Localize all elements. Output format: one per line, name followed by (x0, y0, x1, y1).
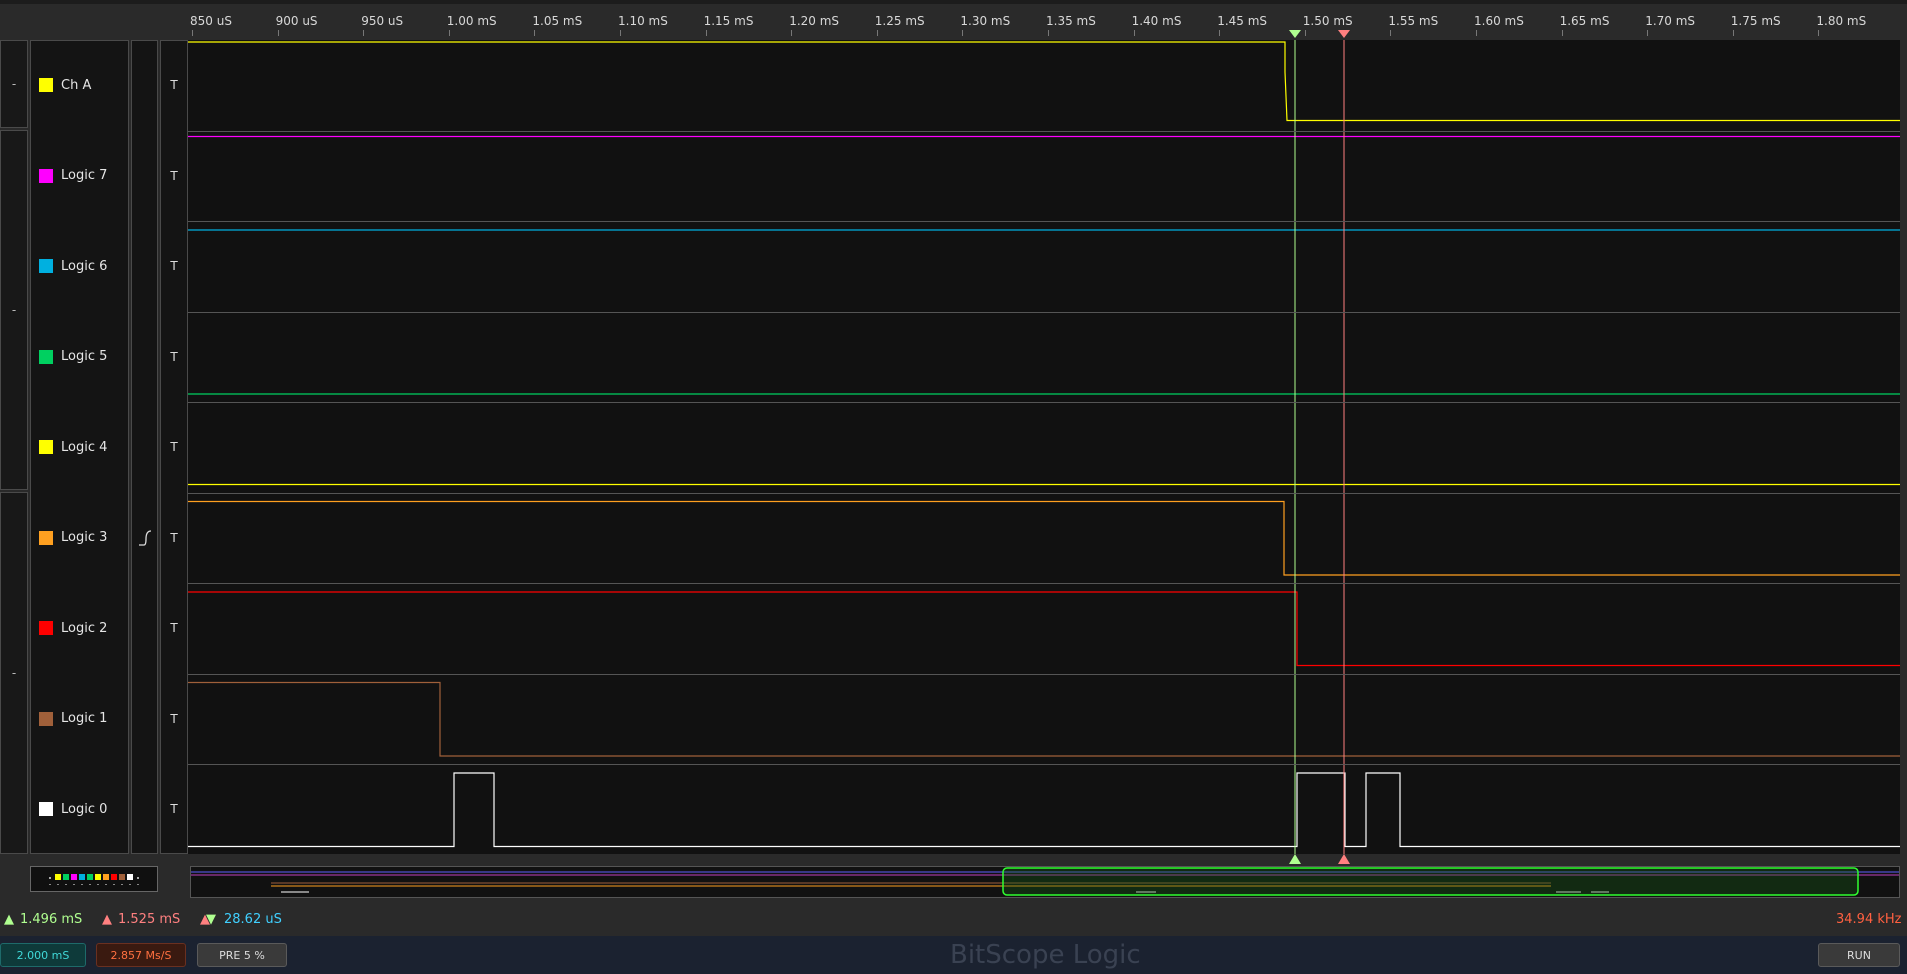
cursor-a-time: 1.496 mS (20, 912, 83, 927)
cursor-frequency: 34.94 kHz (1836, 912, 1902, 927)
measurement-status-bar: ▲ 1.496 mS ▲ 1.525 mS ▲ ▼ 28.62 uS 34.94… (0, 908, 1907, 932)
pretrigger-button[interactable]: PRE 5 % (197, 943, 287, 967)
channel-label-logic-3[interactable]: Logic 3 (30, 493, 129, 584)
channel-label-logic-1[interactable]: Logic 1 (30, 674, 129, 765)
group-label: - (11, 77, 17, 91)
channel-color-swatch[interactable] (39, 440, 53, 455)
overview-viewport-window (1002, 867, 1859, 896)
cursor-handles-top[interactable] (188, 14, 1900, 42)
channel-overview-chip[interactable] (30, 866, 158, 892)
channel-group-analog[interactable]: - (0, 40, 28, 128)
trace-ch-a (188, 41, 1900, 122)
sample-rate-button[interactable]: 2.857 Ms/S (96, 943, 186, 967)
channel-color-swatch[interactable] (39, 802, 53, 817)
trigger-mode-toggle[interactable]: T (160, 764, 188, 855)
cursor-b-icon: ▲ (102, 912, 112, 927)
cursor-b-time: 1.525 mS (118, 912, 181, 927)
trigger-edge-toggle[interactable] (131, 583, 158, 674)
channel-color-swatch[interactable] (39, 78, 53, 93)
waveform-plot (188, 40, 1900, 854)
cursor-delta-time: 28.62 uS (224, 912, 282, 927)
channel-name: Logic 0 (61, 801, 108, 817)
channel-color-swatch[interactable] (39, 259, 53, 274)
channel-color-strip-icon (49, 874, 139, 885)
trigger-mode-toggle[interactable]: T (160, 221, 188, 312)
delta-icon-overlay: ▼ (206, 912, 216, 927)
channel-group-logic-high[interactable]: - (0, 130, 28, 490)
trigger-mode-toggle[interactable]: T (160, 312, 188, 403)
cursor-handles-bottom (1289, 854, 1350, 864)
rising-edge-icon (138, 530, 151, 546)
trigger-mode-toggle[interactable]: T (160, 674, 188, 765)
channel-color-swatch[interactable] (39, 168, 53, 183)
cursor-a-bottom-handle-icon (1289, 854, 1301, 864)
bitscope-logic-window: 850 uS 900 uS 950 uS 1.00 mS 1.05 mS 1.10 mS 1… (0, 0, 1907, 974)
trigger-mode-toggle[interactable]: T (160, 493, 188, 584)
channel-label-logic-4[interactable]: Logic 4 (30, 402, 129, 493)
trigger-mode-toggle[interactable]: T (160, 402, 188, 493)
group-label: - (11, 666, 17, 680)
trigger-edge-toggle[interactable] (131, 493, 158, 584)
timebase-button[interactable]: 2.000 mS (0, 943, 86, 967)
run-button[interactable]: RUN (1818, 943, 1900, 967)
trigger-edge-toggle[interactable] (131, 312, 158, 403)
row-separator (188, 583, 1900, 584)
channel-name: Logic 5 (61, 349, 108, 365)
channel-name: Logic 6 (61, 258, 108, 274)
trigger-edge-toggle[interactable] (131, 402, 158, 493)
bottom-toolbar: 2.000 mS 2.857 Ms/S PRE 5 % BitScope Log… (0, 936, 1907, 974)
overview-traces (191, 867, 1899, 896)
time-ruler[interactable]: 850 uS 900 uS 950 uS 1.00 mS 1.05 mS 1.10 mS 1… (188, 14, 1900, 42)
trace-logic-1 (188, 681, 1900, 757)
channel-name: Logic 3 (61, 530, 108, 546)
channel-name: Logic 2 (61, 620, 108, 636)
channel-name: Logic 7 (61, 168, 108, 184)
trace-logic-0 (188, 772, 1900, 848)
channel-label-logic-2[interactable]: Logic 2 (30, 583, 129, 674)
trace-logic-2 (188, 591, 1900, 667)
channel-group-logic-low[interactable]: - (0, 492, 28, 854)
row-separator (188, 764, 1900, 765)
row-separator (188, 311, 1900, 313)
row-separator (188, 492, 1900, 494)
trigger-mode-toggle[interactable]: T (160, 131, 188, 222)
cursor-a-top-handle-icon (1289, 30, 1301, 38)
channel-label-logic-6[interactable]: Logic 6 (30, 221, 129, 312)
cursor-b-top-handle-icon (1338, 30, 1350, 38)
group-label: - (11, 303, 17, 317)
channel-label-logic-5[interactable]: Logic 5 (30, 312, 129, 403)
channel-name: Ch A (61, 77, 92, 93)
app-title: BitScope Logic (950, 940, 1141, 970)
capture-overview-bar[interactable] (190, 866, 1900, 898)
top-border (0, 0, 1907, 4)
waveform-area[interactable] (188, 40, 1900, 854)
cursor-b-bottom-handle-icon (1338, 854, 1350, 864)
trigger-edge-toggle[interactable] (131, 40, 158, 131)
row-separator (188, 130, 1900, 132)
trigger-edge-toggle[interactable] (131, 674, 158, 765)
channel-color-swatch[interactable] (39, 530, 53, 545)
trace-logic-3 (188, 500, 1900, 576)
trigger-mode-toggle[interactable]: T (160, 40, 188, 131)
channel-label-ch-a[interactable]: Ch A (30, 40, 129, 131)
trigger-edge-toggle[interactable] (131, 764, 158, 855)
trigger-edge-toggle[interactable] (131, 221, 158, 312)
channel-label-logic-0[interactable]: Logic 0 (30, 764, 129, 855)
channel-label-logic-7[interactable]: Logic 7 (30, 131, 129, 222)
channel-color-swatch[interactable] (39, 349, 53, 364)
trigger-mode-toggle[interactable]: T (160, 583, 188, 674)
row-separator (188, 221, 1900, 222)
row-separator (188, 402, 1900, 403)
cursor-a-icon: ▲ (4, 912, 14, 927)
channel-name: Logic 4 (61, 439, 108, 455)
channel-color-swatch[interactable] (39, 621, 53, 636)
channel-color-swatch[interactable] (39, 711, 53, 726)
trigger-edge-toggle[interactable] (131, 131, 158, 222)
row-separator (188, 673, 1900, 675)
channel-name: Logic 1 (61, 711, 108, 727)
